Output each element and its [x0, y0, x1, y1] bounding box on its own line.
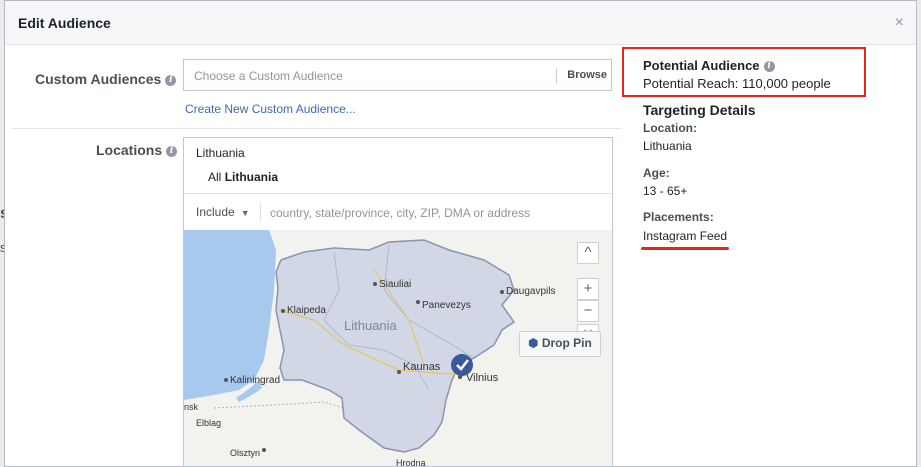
drop-pin-label: Drop Pin — [541, 336, 592, 350]
map-city-label: nsk — [184, 402, 199, 412]
location-search-input[interactable] — [268, 202, 602, 224]
placements-value: Instagram Feed — [643, 229, 728, 243]
custom-audiences-label: Custom Audiences i — [35, 71, 177, 87]
close-icon[interactable]: × — [895, 14, 904, 32]
age-value: 13 - 65+ — [643, 184, 688, 198]
browse-button[interactable]: Browse — [567, 69, 607, 81]
targeting-details-title: Targeting Details — [643, 102, 756, 118]
separator — [260, 203, 261, 221]
info-icon[interactable]: i — [166, 145, 178, 157]
map-city-label: Kaliningrad — [230, 375, 280, 386]
map-city-dot — [262, 448, 266, 452]
selected-location-item[interactable]: All Lithuania — [208, 170, 278, 184]
custom-audience-input[interactable]: Choose a Custom Audience Browse — [183, 59, 612, 91]
map-city-dot — [416, 300, 420, 304]
location-search-row: Include ▼ — [184, 193, 612, 232]
dialog-title: Edit Audience — [18, 15, 111, 31]
map-city-label: Panevezys — [422, 300, 471, 311]
pin-icon: ⬢ — [528, 336, 539, 350]
map-city-label: Olsztyn — [230, 448, 260, 458]
location-value: Lithuania — [643, 139, 692, 153]
locations-label-text: Locations — [96, 142, 163, 158]
include-dropdown[interactable]: Include ▼ — [196, 205, 250, 219]
caret-down-icon: ▼ — [240, 208, 250, 218]
map-city-label: Klaipeda — [287, 305, 326, 316]
map-city-label: Siauliai — [379, 279, 411, 290]
map-city-dot — [373, 282, 377, 286]
custom-audience-placeholder: Choose a Custom Audience — [194, 69, 343, 83]
map-city-label: Kaunas — [403, 361, 441, 373]
all-country: Lithuania — [224, 170, 279, 184]
map-city-label: Daugavpils — [506, 286, 555, 297]
age-heading: Age: — [643, 166, 670, 180]
map-city-dot — [281, 309, 285, 313]
info-icon[interactable]: i — [165, 74, 177, 86]
map-city-label: Elblag — [196, 418, 221, 428]
separator — [556, 68, 557, 84]
include-label: Include — [196, 205, 235, 219]
drop-pin-button[interactable]: ⬢ Drop Pin — [519, 331, 601, 357]
all-prefix: All — [208, 170, 222, 184]
placements-heading: Placements: — [643, 210, 714, 224]
location-heading: Location: — [643, 121, 697, 135]
info-icon[interactable]: i — [763, 61, 775, 73]
potential-audience-title: Potential Audience i — [643, 58, 775, 73]
custom-audiences-label-text: Custom Audiences — [35, 71, 162, 87]
dialog-header: Edit Audience × — [5, 1, 916, 45]
potential-reach: Potential Reach: 110,000 people — [643, 76, 831, 91]
map-city-label: Hrodna — [396, 458, 426, 466]
map-city-label: Vilnius — [466, 372, 499, 384]
locations-box: Lithuania All Lithuania Include ▼ Lithuan… — [183, 137, 613, 467]
potential-audience-title-text: Potential Audience — [643, 58, 760, 73]
map-city-dot — [500, 290, 504, 294]
map-collapse-button[interactable]: ^ — [577, 242, 599, 264]
locations-label: Locations i — [96, 142, 178, 158]
section-divider — [12, 128, 621, 129]
selected-country: Lithuania — [196, 146, 245, 160]
map-city-dot — [397, 370, 401, 374]
map-country-label: Lithuania — [344, 318, 398, 333]
map-city-dot — [224, 378, 228, 382]
placements-underline — [641, 247, 729, 250]
zoom-out-button[interactable]: − — [577, 300, 599, 322]
create-custom-audience-link[interactable]: Create New Custom Audience... — [185, 102, 356, 116]
zoom-in-button[interactable]: + — [577, 278, 599, 300]
